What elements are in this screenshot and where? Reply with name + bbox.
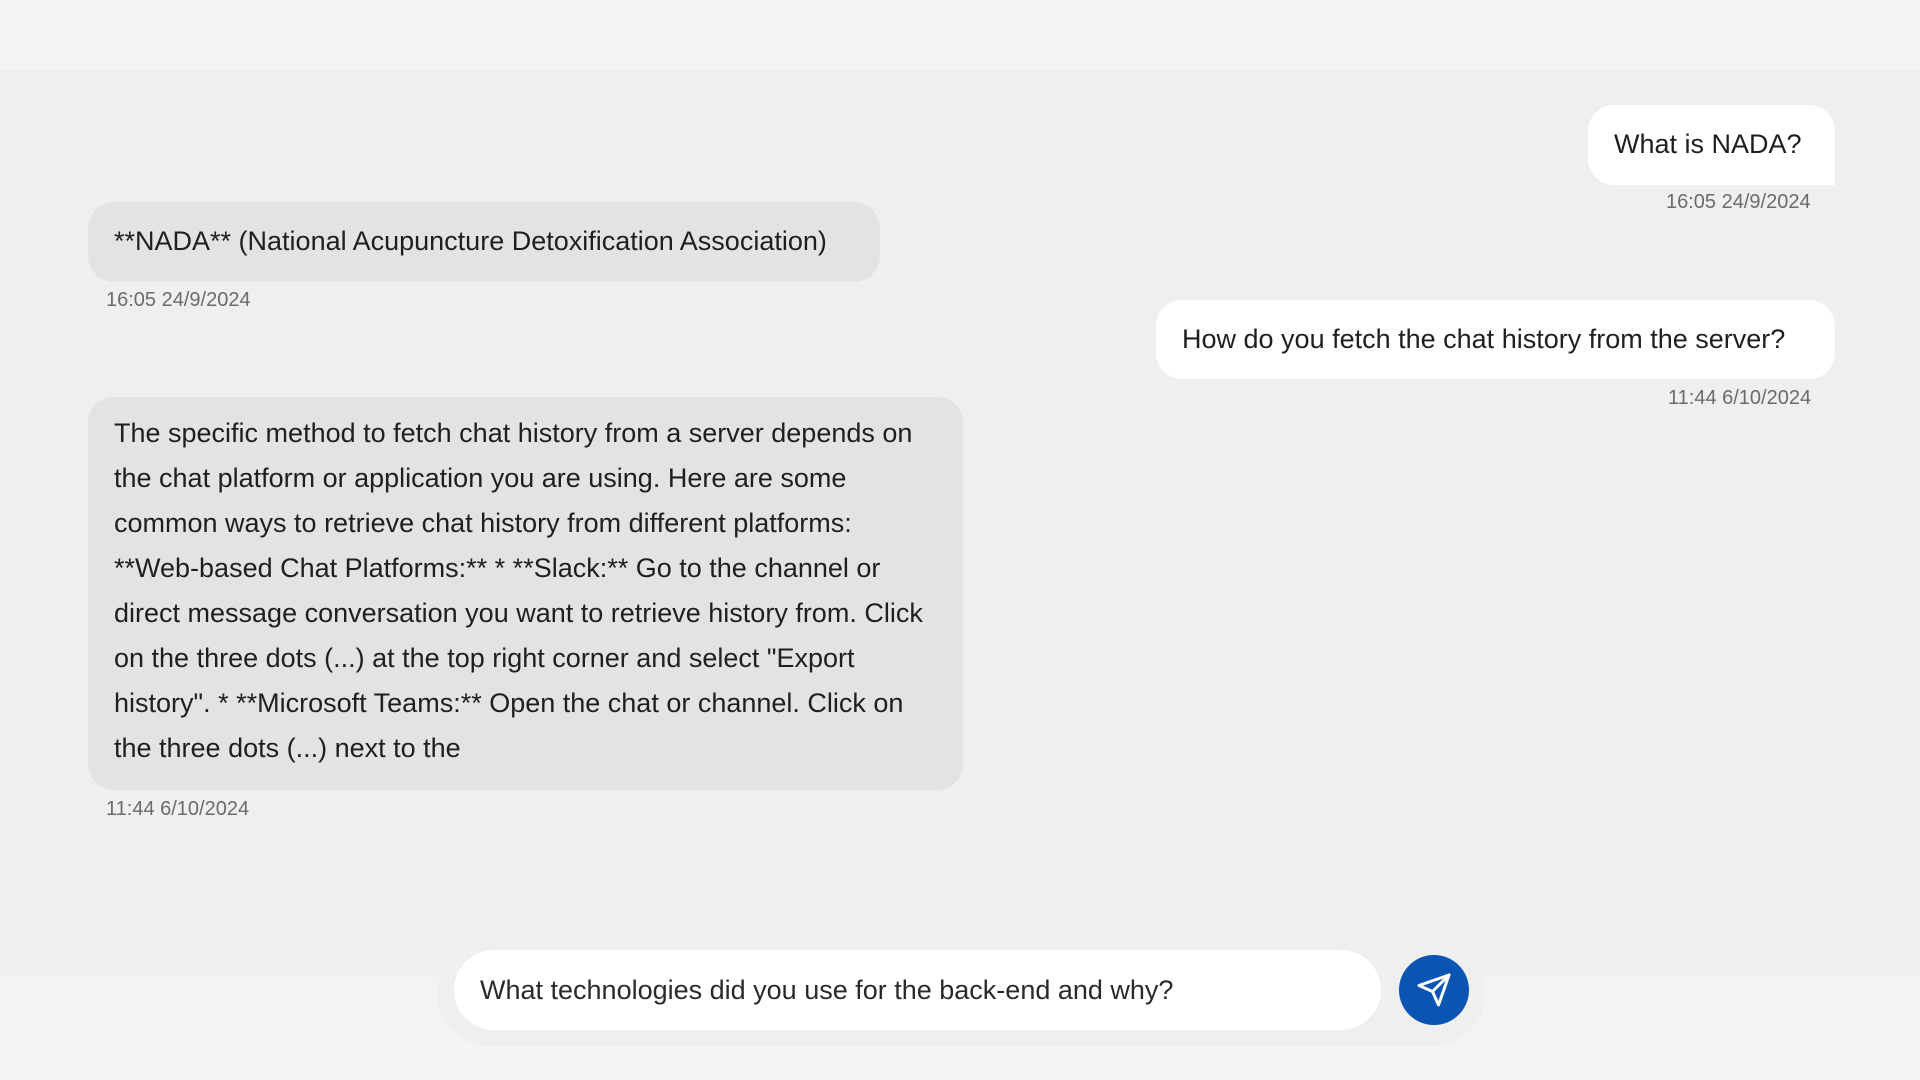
message-timestamp: 16:05 24/9/2024 — [1666, 191, 1811, 213]
user-message: How do you fetch the chat history from t… — [1156, 300, 1835, 379]
message-input[interactable]: What technologies did you use for the ba… — [454, 950, 1381, 1030]
bot-message-bubble: **NADA** (National Acupuncture Detoxific… — [88, 202, 880, 282]
user-message: What is NADA? — [1588, 105, 1835, 185]
bot-message-bubble: The specific method to fetch chat histor… — [88, 397, 963, 790]
message-timestamp: 16:05 24/9/2024 — [106, 289, 251, 311]
bot-message: **NADA** (National Acupuncture Detoxific… — [88, 202, 880, 282]
user-message-bubble: How do you fetch the chat history from t… — [1156, 300, 1835, 379]
bot-message: The specific method to fetch chat histor… — [88, 397, 963, 790]
message-timestamp: 11:44 6/10/2024 — [1668, 387, 1812, 409]
user-message-bubble: What is NADA? — [1588, 105, 1835, 185]
send-button[interactable] — [1399, 955, 1469, 1025]
top-bar — [0, 0, 1920, 70]
send-icon — [1417, 973, 1451, 1007]
message-timestamp: 11:44 6/10/2024 — [106, 798, 250, 820]
